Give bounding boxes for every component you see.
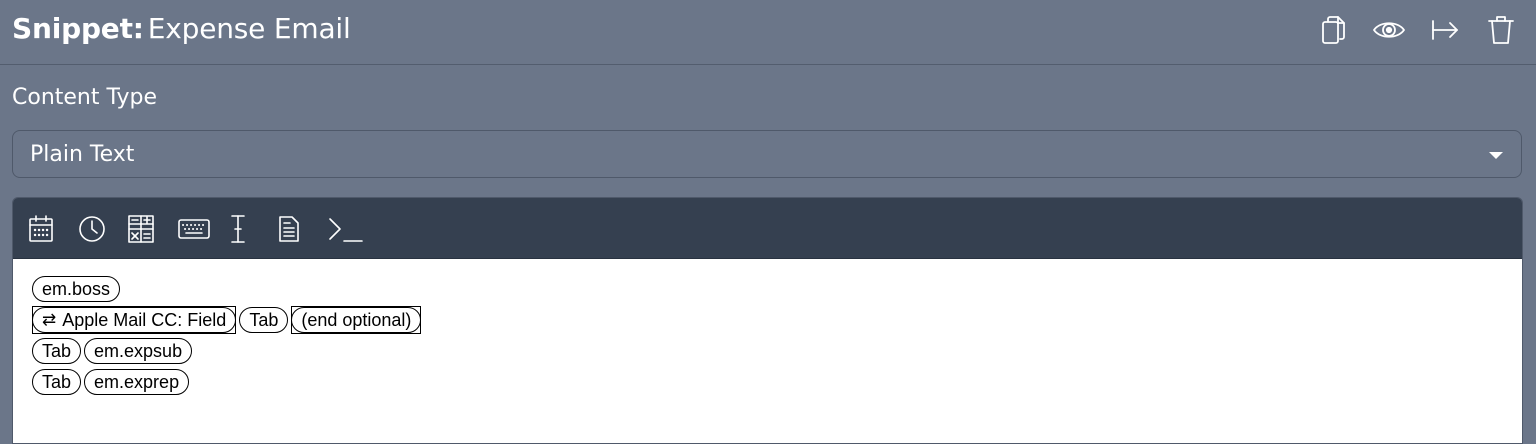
insert-time-button[interactable] [78,212,128,246]
document-icon [279,216,299,242]
content-type-select[interactable]: Plain Text [12,130,1522,178]
snippet-editor: em.boss ⇄ Apple Mail CC: Field Tab (end o… [12,197,1523,444]
clock-icon [79,216,105,242]
snippet-title-prefix: Snippet: [12,12,144,45]
content-line-4: Tab em.exprep [32,368,190,396]
end-optional-pill[interactable]: (end optional) [291,307,422,333]
content-line-1: em.boss [32,275,121,303]
insert-formula-button[interactable] [128,212,178,246]
editor-toolbar [13,198,1522,259]
tab-key-pill[interactable]: Tab [32,369,82,395]
tab-key-pill[interactable]: Tab [32,338,82,364]
content-line-2: ⇄ Apple Mail CC: Field Tab (end optional) [32,306,422,334]
snippet-header: Snippet: Expense Email [0,0,1536,65]
trash-icon [1488,16,1514,44]
snippet-tag-boss[interactable]: em.boss [32,276,121,302]
preview-button[interactable] [1372,13,1406,47]
insert-date-button[interactable] [28,212,78,246]
repeat-field-label: Apple Mail CC: Field [62,310,227,330]
snippet-content[interactable]: em.boss ⇄ Apple Mail CC: Field Tab (end o… [13,259,1522,443]
calculator-icon [128,215,154,243]
copy-button[interactable] [1316,13,1350,47]
repeat-block-start[interactable]: ⇄ Apple Mail CC: Field [32,306,237,334]
insert-keypress-button[interactable] [178,212,228,246]
content-line-3: Tab em.expsub [32,337,193,365]
snippet-tag-exprep[interactable]: em.exprep [84,369,190,395]
content-type-value: Plain Text [30,142,135,167]
repeat-field-pill[interactable]: ⇄ Apple Mail CC: Field [32,307,237,333]
move-right-icon [1432,20,1458,40]
insert-cursor-button[interactable] [228,212,278,246]
keyboard-icon [178,219,210,239]
insert-script-button[interactable] [328,212,378,246]
delete-button[interactable] [1484,13,1518,47]
insert-clipboard-button[interactable] [278,212,328,246]
eye-icon [1373,22,1405,38]
copy-icon [1322,16,1345,44]
terminal-icon [329,218,363,242]
repeat-block-end[interactable]: (end optional) [291,306,422,334]
snippet-title: Snippet: Expense Email [12,12,351,46]
repeat-icon: ⇄ [42,310,57,329]
tab-key-pill[interactable]: Tab [239,307,289,333]
export-button[interactable] [1428,13,1462,47]
content-type-label: Content Type [12,85,158,110]
header-actions [1316,12,1518,48]
chevron-down-icon [1489,152,1503,159]
snippet-tag-expsub[interactable]: em.expsub [84,338,193,364]
snippet-name[interactable]: Expense Email [148,12,351,45]
calendar-icon [29,215,53,242]
text-cursor-icon [231,215,245,243]
